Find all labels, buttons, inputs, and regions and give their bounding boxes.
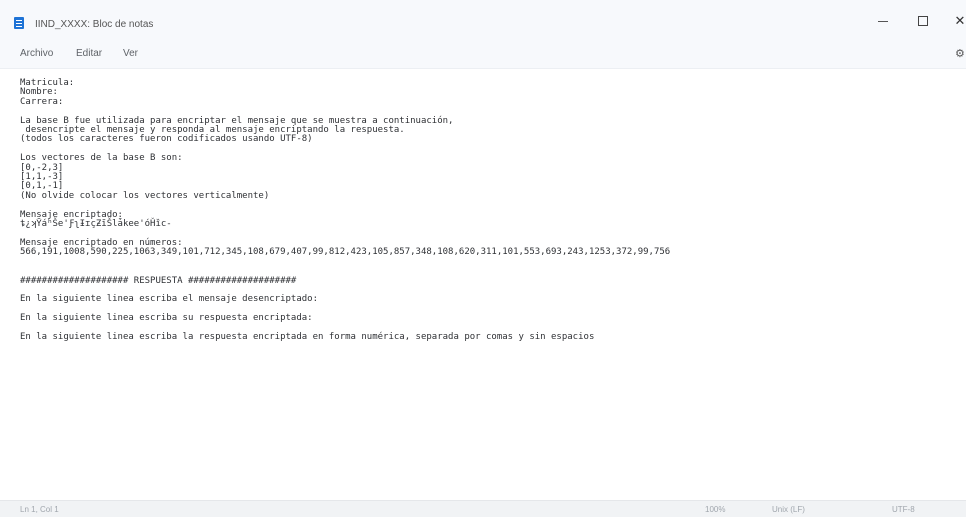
minimize-button[interactable]	[863, 10, 903, 32]
window-title: IIND_XXXX: Bloc de notas	[35, 19, 154, 30]
maximize-icon	[918, 16, 928, 26]
zoom-level: 100%	[705, 505, 726, 514]
cursor-position: Ln 1, Col 1	[20, 505, 59, 514]
text-editor[interactable]: Matricula: Nombre: Carrera: La base B fu…	[0, 69, 966, 495]
menu-editar[interactable]: Editar	[76, 48, 102, 59]
close-button[interactable]: ✕	[940, 10, 966, 32]
close-icon: ✕	[954, 13, 966, 29]
maximize-button[interactable]	[903, 10, 943, 32]
minimize-icon	[878, 20, 888, 22]
editor-content[interactable]: Matricula: Nombre: Carrera: La base B fu…	[20, 78, 950, 342]
status-bar: Ln 1, Col 1 100% Unix (LF) UTF-8	[0, 500, 966, 517]
title-bar: IIND_XXXX: Bloc de notas ✕	[0, 0, 966, 40]
menu-archivo[interactable]: Archivo	[20, 48, 53, 59]
encoding: UTF-8	[892, 505, 915, 514]
settings-icon[interactable]: ⚙	[955, 47, 965, 60]
line-ending: Unix (LF)	[772, 505, 805, 514]
menu-ver[interactable]: Ver	[123, 48, 138, 59]
notepad-icon	[14, 17, 24, 29]
menu-bar: Archivo Editar Ver	[0, 40, 966, 69]
